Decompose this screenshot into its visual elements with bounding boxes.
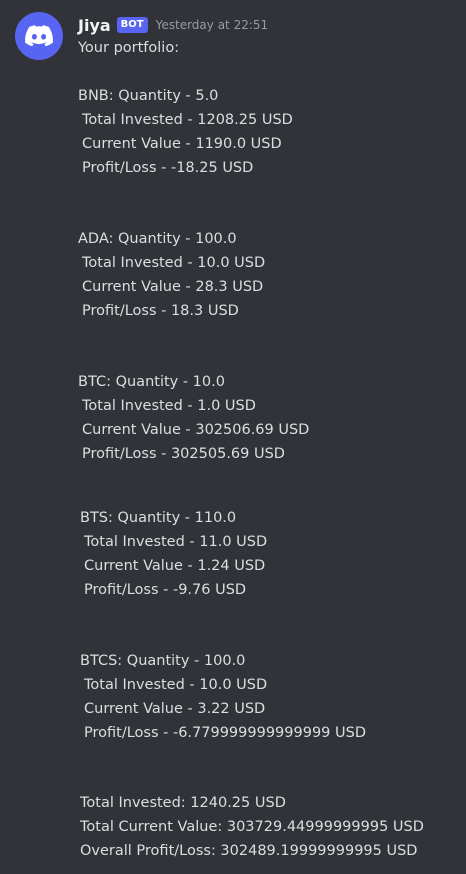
holding-block-btcs: BTCS: Quantity - 100.0 Total Invested - … [80, 649, 366, 745]
holding-block-bts: BTS: Quantity - 110.0 Total Invested - 1… [80, 506, 267, 602]
holding-current-value: Current Value - 28.3 USD [82, 279, 264, 295]
holding-block-ada: ADA: Quantity - 100.0 Total Invested - 1… [78, 227, 265, 323]
username[interactable]: Jiya [78, 16, 111, 35]
holding-profit-loss: Profit/Loss - -18.25 USD [82, 160, 254, 176]
summary-total-invested: Total Invested: 1240.25 USD [80, 795, 286, 811]
holding-quantity: BTS: Quantity - 110.0 [80, 510, 237, 526]
summary-overall-profit-loss: Overall Profit/Loss: 302489.19999999995 … [80, 843, 418, 859]
avatar[interactable] [15, 12, 63, 60]
message-header: Jiya BOT Yesterday at 22:51 [78, 14, 268, 36]
discord-logo-icon [25, 25, 53, 47]
holding-quantity: BNB: Quantity - 5.0 [78, 88, 219, 104]
holding-invested: Total Invested - 10.0 USD [82, 255, 266, 271]
holding-profit-loss: Profit/Loss - -9.76 USD [84, 582, 247, 598]
holding-block-btc: BTC: Quantity - 10.0 Total Invested - 1.… [78, 370, 309, 466]
holding-current-value: Current Value - 3.22 USD [84, 701, 266, 717]
holding-profit-loss: Profit/Loss - -6.779999999999999 USD [84, 725, 366, 741]
holding-block-bnb: BNB: Quantity - 5.0 Total Invested - 120… [78, 84, 293, 180]
message-intro: Your portfolio: [78, 40, 180, 56]
holding-current-value: Current Value - 1.24 USD [84, 558, 266, 574]
chat-message: Jiya BOT Yesterday at 22:51 Your portfol… [0, 0, 466, 874]
holding-invested: Total Invested - 11.0 USD [84, 534, 268, 550]
holding-invested: Total Invested - 1208.25 USD [82, 112, 293, 128]
holding-current-value: Current Value - 302506.69 USD [82, 422, 310, 438]
holding-quantity: BTCS: Quantity - 100.0 [80, 653, 246, 669]
holding-invested: Total Invested - 10.0 USD [84, 677, 268, 693]
bot-badge: BOT [116, 17, 148, 33]
holding-profit-loss: Profit/Loss - 18.3 USD [82, 303, 239, 319]
holding-profit-loss: Profit/Loss - 302505.69 USD [82, 446, 285, 462]
summary-total-current-value: Total Current Value: 303729.44999999995 … [80, 819, 424, 835]
holding-quantity: ADA: Quantity - 100.0 [78, 231, 237, 247]
holding-invested: Total Invested - 1.0 USD [82, 398, 256, 414]
timestamp: Yesterday at 22:51 [155, 18, 269, 32]
holding-current-value: Current Value - 1190.0 USD [82, 136, 282, 152]
holding-quantity: BTC: Quantity - 10.0 [78, 374, 225, 390]
portfolio-summary: Total Invested: 1240.25 USD Total Curren… [80, 791, 424, 863]
